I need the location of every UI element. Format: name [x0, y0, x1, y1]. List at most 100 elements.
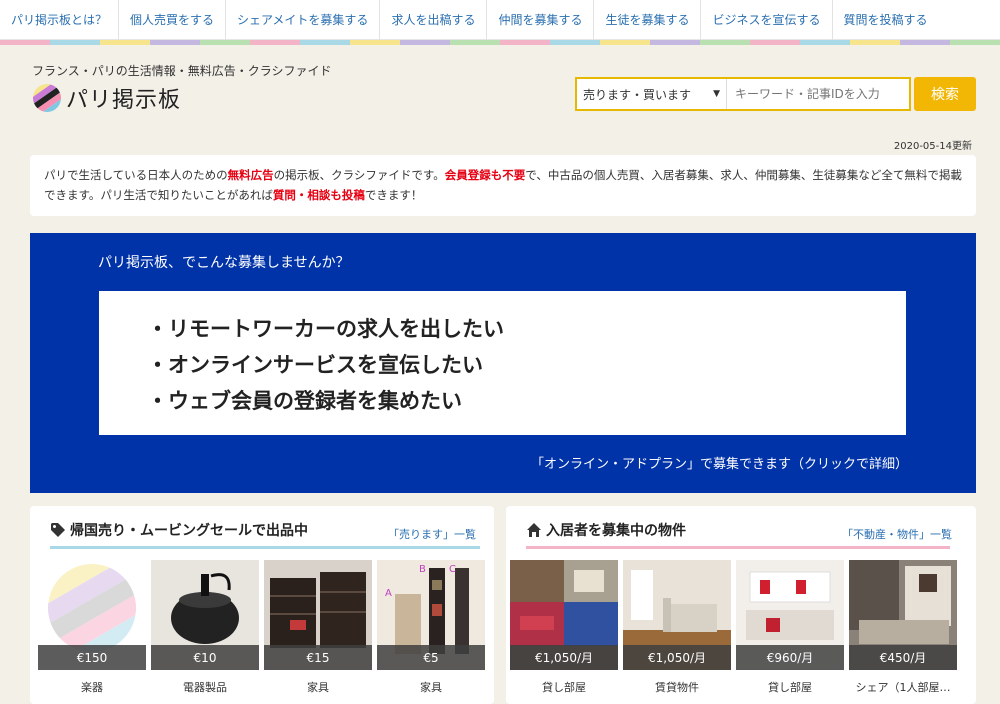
- rent-panel-rule: [526, 546, 950, 549]
- stripe-segment: [250, 40, 300, 45]
- stripe-segment: [100, 40, 150, 45]
- stripe-segment: [950, 40, 1000, 45]
- stripe-segment: [0, 40, 50, 45]
- item-photo: €15: [264, 560, 372, 670]
- updated-date: 2020-05-14更新: [893, 141, 972, 152]
- sell-item-furniture-drawers[interactable]: €15 家具: [264, 560, 372, 695]
- item-category: 貸し部屋: [542, 681, 586, 694]
- search-button[interactable]: 検索: [914, 77, 976, 111]
- item-price: €150: [38, 645, 146, 670]
- logo-text: パリ掲示板: [66, 88, 182, 113]
- stripe-segment: [300, 40, 350, 45]
- item-category: 家具: [307, 681, 329, 694]
- home-icon: [527, 523, 541, 537]
- color-stripe: [0, 40, 1000, 45]
- stripe-segment: [650, 40, 700, 45]
- item-price: €450/月: [849, 645, 957, 670]
- banner-cta[interactable]: 「オンライン・アドプラン」で募集できます（クリックで詳細）: [531, 453, 908, 472]
- stripe-segment: [400, 40, 450, 45]
- rent-item-share[interactable]: €450/月 シェア（1人部屋…: [849, 560, 957, 695]
- tag-icon: [51, 523, 65, 537]
- sell-item-instrument[interactable]: €150 楽器: [38, 560, 146, 695]
- site-logo[interactable]: パリ掲示板: [32, 82, 181, 114]
- nav-about[interactable]: パリ掲示板とは？: [0, 0, 120, 40]
- intro-highlight-no-registration: 会員登録も不要: [444, 168, 526, 182]
- stripe-segment: [900, 40, 950, 45]
- intro-text-2: の掲示板、クラシファイドです。: [273, 168, 445, 182]
- nav-sharemate[interactable]: シェアメイトを募集する: [226, 0, 381, 40]
- sell-panel-heading: 帰国売り・ムービングセールで出品中: [50, 520, 308, 540]
- item-category: シェア（1人部屋…: [855, 681, 951, 694]
- stripe-segment: [800, 40, 850, 45]
- rent-item-room-1[interactable]: €1,050/月 貸し部屋: [510, 560, 618, 695]
- stripe-segment: [750, 40, 800, 45]
- nav-member-recruit[interactable]: 仲間を募集する: [487, 0, 595, 40]
- nav-business-ad[interactable]: ビジネスを宣伝する: [701, 0, 833, 40]
- stripe-segment: [450, 40, 500, 45]
- intro-box: パリで生活している日本人のための無料広告の掲示板、クラシファイドです。会員登録も…: [30, 155, 976, 216]
- ad-banner[interactable]: パリ掲示板、でこんな募集しませんか？ ・リモートワーカーの求人を出したい ・オン…: [30, 233, 976, 493]
- stripe-segment: [50, 40, 100, 45]
- item-category: 家具: [420, 681, 442, 694]
- intro-text-1: パリで生活している日本人のための: [44, 168, 228, 182]
- chevron-down-icon: ▼: [713, 89, 720, 99]
- search-box: 売ります・買います ▼: [575, 77, 911, 111]
- rent-item-apartment[interactable]: €1,050/月 賃貸物件: [623, 560, 731, 695]
- sell-item-furniture-shelf[interactable]: A B C €5 家具: [377, 560, 485, 695]
- search-input[interactable]: [727, 79, 909, 109]
- item-price: €10: [151, 645, 259, 670]
- sell-items: €150 楽器 €10 電器製品 €15 家具 A B C €5 家具: [38, 560, 490, 695]
- rent-panel-heading: 入居者を募集中の物件: [526, 520, 686, 540]
- item-photo: €1,050/月: [510, 560, 618, 670]
- top-nav: パリ掲示板とは？ 個人売買をする シェアメイトを募集する 求人を出稿する 仲間を…: [0, 0, 1000, 40]
- item-photo: €1,050/月: [623, 560, 731, 670]
- item-price: €1,050/月: [623, 645, 731, 670]
- intro-highlight-questions: 質問・相談も投稿: [272, 188, 365, 202]
- rent-items: €1,050/月 貸し部屋 €1,050/月 賃貸物件 €960/月 貸し部屋 …: [510, 560, 962, 695]
- stripe-segment: [700, 40, 750, 45]
- item-photo: €150: [38, 560, 146, 670]
- sell-panel: 帰国売り・ムービングセールで出品中 「売ります」一覧 €150 楽器 €10 電…: [30, 506, 494, 704]
- item-price: €15: [264, 645, 372, 670]
- stripe-segment: [550, 40, 600, 45]
- rent-list-link[interactable]: 「不動産・物件」一覧: [842, 526, 952, 542]
- stripe-segment: [150, 40, 200, 45]
- nav-student-recruit[interactable]: 生徒を募集する: [594, 0, 702, 40]
- stripe-segment: [850, 40, 900, 45]
- category-select[interactable]: 売ります・買います ▼: [577, 79, 727, 109]
- nav-personal-trade[interactable]: 個人売買をする: [119, 0, 227, 40]
- photo-label-a: A: [385, 588, 392, 599]
- category-select-value: 売ります・買います: [583, 87, 692, 102]
- rent-panel-title: 入居者を募集中の物件: [546, 523, 686, 539]
- sell-panel-title: 帰国売り・ムービングセールで出品中: [70, 523, 308, 539]
- sell-item-appliance[interactable]: €10 電器製品: [151, 560, 259, 695]
- stripe-segment: [200, 40, 250, 45]
- item-photo: €10: [151, 560, 259, 670]
- logo-mark-icon: [32, 83, 62, 113]
- item-photo: €960/月: [736, 560, 844, 670]
- item-price: €1,050/月: [510, 645, 618, 670]
- item-category: 電器製品: [183, 681, 227, 694]
- rent-panel: 入居者を募集中の物件 「不動産・物件」一覧 €1,050/月 貸し部屋 €1,0…: [506, 506, 976, 704]
- stripe-segment: [500, 40, 550, 45]
- sell-list-link[interactable]: 「売ります」一覧: [388, 526, 476, 542]
- site-tagline: フランス・パリの生活情報・無料広告・クラシファイド: [32, 64, 332, 78]
- item-price: €960/月: [736, 645, 844, 670]
- item-price: €5: [377, 645, 485, 670]
- banner-line-web-members: ・ウェブ会員の登録者を集めたい: [147, 389, 462, 413]
- item-photo: €450/月: [849, 560, 957, 670]
- sell-panel-rule: [50, 546, 480, 549]
- item-category: 楽器: [81, 681, 103, 694]
- photo-label-b: B: [419, 564, 426, 575]
- rent-item-room-2[interactable]: €960/月 貸し部屋: [736, 560, 844, 695]
- item-category: 賃貸物件: [655, 681, 699, 694]
- item-photo: A B C €5: [377, 560, 485, 670]
- banner-line-online-service: ・オンラインサービスを宣伝したい: [147, 353, 483, 377]
- intro-highlight-free-ad: 無料広告: [227, 168, 274, 182]
- nav-question[interactable]: 質問を投稿する: [833, 0, 939, 40]
- stripe-segment: [350, 40, 400, 45]
- photo-label-c: C: [449, 564, 456, 575]
- banner-content-box: ・リモートワーカーの求人を出したい ・オンラインサービスを宣伝したい ・ウェブ会…: [99, 291, 906, 435]
- item-category: 貸し部屋: [768, 681, 812, 694]
- nav-job-post[interactable]: 求人を出稿する: [380, 0, 488, 40]
